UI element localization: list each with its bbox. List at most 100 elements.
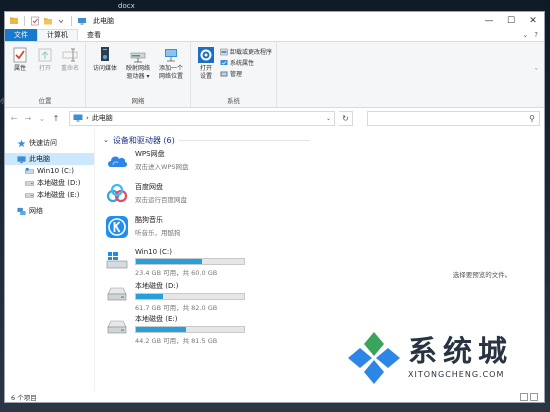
media-server-icon — [101, 47, 109, 61]
up-button[interactable]: ↑ — [51, 114, 61, 123]
list-item-kugou-music[interactable]: 酷狗音乐 听音乐，用酷狗 — [103, 213, 420, 246]
item-description: 听音乐，用酷狗 — [135, 229, 181, 237]
ribbon-expand-hint: ˇ — [534, 68, 539, 76]
forward-button[interactable]: → — [23, 114, 33, 123]
item-name: 百度网盘 — [135, 183, 163, 191]
ribbon-group-network: 访问媒体 映射网络 驱动器 ▾ 添加一个 网络位置 网络 — [86, 42, 191, 107]
map-network-drive-button[interactable]: 映射网络 驱动器 ▾ — [123, 44, 153, 96]
system-small-commands: 卸载或更改程序 系统属性 管理 — [220, 44, 272, 96]
drive-usage-fill — [136, 294, 163, 299]
access-media-button[interactable]: 访问媒体 — [90, 44, 120, 96]
sidebar-item-drive-e[interactable]: 本地磁盘 (E:) — [5, 189, 94, 201]
properties-label: 属性 — [13, 65, 26, 72]
drive-name: 本地磁盘 (D:) — [135, 282, 179, 290]
search-input[interactable]: ⚲ — [367, 110, 540, 126]
maximize-button[interactable]: ☐ — [500, 12, 522, 29]
tab-file[interactable]: 文件 — [5, 29, 37, 41]
sidebar-item-label: 此电脑 — [29, 155, 50, 163]
open-button[interactable]: 打开 — [34, 44, 56, 96]
add-network-location-button[interactable]: 添加一个 网络位置 — [156, 44, 186, 96]
recent-locations-button[interactable]: ⌄ — [37, 114, 47, 123]
qat-dropdown-icon[interactable] — [56, 16, 66, 26]
drive-name: Win10 (C:) — [135, 248, 172, 256]
close-button[interactable]: ✕ — [522, 12, 544, 29]
drive-item-d[interactable]: 本地磁盘 (D:) 61.7 GB 可用，共 82.0 GB — [103, 279, 420, 312]
access-media-label: 访问媒体 — [92, 65, 117, 72]
computer-icon — [73, 114, 83, 122]
manage-button[interactable]: 管理 — [220, 69, 272, 78]
sidebar-item-drive-d[interactable]: 本地磁盘 (D:) — [5, 177, 94, 189]
cloud-icon — [108, 156, 128, 167]
properties-icon — [13, 47, 27, 63]
folder-icon[interactable] — [9, 16, 19, 26]
sidebar-item-quick-access[interactable]: 快速访问 — [5, 137, 94, 149]
drive-usage-bar — [135, 258, 245, 265]
kugou-icon — [106, 216, 128, 238]
open-icon — [38, 48, 52, 62]
computer-icon — [17, 155, 26, 163]
address-separator[interactable]: › — [86, 114, 89, 122]
drive-item-c[interactable]: Win10 (C:) 23.4 GB 可用，共 60.0 GB — [103, 246, 420, 279]
title-bar: 此电脑 — ☐ ✕ — [5, 12, 544, 29]
address-bar[interactable]: › 此电脑 ⌄ — [69, 110, 335, 126]
section-header-devices[interactable]: ⌄ 设备和驱动器 (6) — [103, 133, 420, 147]
desktop-background: docx 小 此电脑 — ☐ ✕ 文件 计算机 查看 ⌄ ? 属性 打开 重命名… — [0, 0, 550, 412]
gear-icon — [198, 47, 214, 63]
properties-check-icon[interactable] — [30, 16, 40, 26]
system-properties-label: 系统属性 — [230, 60, 255, 67]
item-description: 双击进入WPS网盘 — [135, 163, 189, 171]
sidebar-item-network[interactable]: 网络 — [5, 205, 94, 217]
open-settings-button[interactable]: 打开 设置 — [195, 44, 217, 96]
window-title: 此电脑 — [93, 16, 114, 25]
navigation-pane: 快速访问 此电脑 Win10 (C:) 本地磁盘 (D:) 本地磁盘 (E:) … — [5, 129, 95, 391]
sidebar-item-this-pc[interactable]: 此电脑 — [5, 153, 94, 165]
drive-usage-bar — [135, 293, 245, 300]
drive-icon — [25, 192, 34, 198]
item-name: 酷狗音乐 — [135, 216, 163, 224]
drive-space-text: 23.4 GB 可用，共 60.0 GB — [135, 269, 218, 277]
list-item-baidu-cloud[interactable]: 百度网盘 双击运行百度网盘 — [103, 180, 420, 213]
new-folder-icon[interactable] — [43, 16, 53, 26]
watermark-url: XITONGCHENG.COM — [408, 370, 505, 379]
tab-computer[interactable]: 计算机 — [37, 29, 78, 41]
sidebar-item-label: 网络 — [29, 207, 43, 215]
system-properties-button[interactable]: 系统属性 — [220, 58, 272, 67]
tab-view[interactable]: 查看 — [78, 29, 110, 41]
address-text[interactable]: 此电脑 — [92, 113, 113, 123]
uninstall-icon — [220, 48, 228, 55]
uninstall-program-button[interactable]: 卸载或更改程序 — [220, 47, 272, 56]
drive-usage-bar — [135, 326, 245, 333]
search-icon: ⚲ — [529, 113, 535, 123]
watermark: 系统城 XITONGCHENG.COM — [344, 318, 534, 400]
collapse-ribbon-button[interactable]: ⌄ — [522, 31, 528, 39]
section-title: 设备和驱动器 (6) — [112, 135, 175, 145]
sidebar-item-label: 本地磁盘 (D:) — [37, 179, 81, 187]
rename-icon — [62, 48, 78, 62]
sidebar-item-drive-c[interactable]: Win10 (C:) — [5, 165, 94, 177]
watermark-logo-icon — [348, 332, 400, 384]
minimize-button[interactable]: — — [478, 12, 500, 29]
drive-usage-fill — [136, 327, 186, 332]
list-item-wps-cloud[interactable]: WPS网盘 双击进入WPS网盘 — [103, 147, 420, 180]
window-caption-buttons: — ☐ ✕ — [478, 12, 544, 29]
back-button[interactable]: ← — [9, 114, 19, 123]
navigation-bar: ← → ⌄ ↑ › 此电脑 ⌄ ↻ ⚲ — [5, 108, 544, 128]
section-divider — [178, 139, 310, 141]
address-dropdown-button[interactable]: ⌄ — [326, 115, 331, 122]
drive-usage-fill — [136, 259, 202, 264]
refresh-button[interactable]: ↻ — [339, 110, 353, 126]
properties-button[interactable]: 属性 — [9, 44, 31, 96]
drive-icon — [25, 167, 34, 174]
item-name: WPS网盘 — [135, 150, 165, 158]
star-icon — [17, 139, 26, 147]
hdd-icon — [107, 287, 127, 301]
toolbar-separator — [71, 15, 72, 26]
baidu-cloud-icon — [106, 183, 128, 203]
help-button[interactable]: ? — [534, 31, 538, 39]
group-label-location: 位置 — [38, 97, 52, 105]
rename-button[interactable]: 重命名 — [59, 44, 81, 96]
network-icon — [17, 207, 26, 215]
desktop-title: docx — [118, 2, 135, 10]
open-settings-label: 打开 设置 — [199, 65, 212, 80]
manage-icon — [220, 71, 228, 76]
